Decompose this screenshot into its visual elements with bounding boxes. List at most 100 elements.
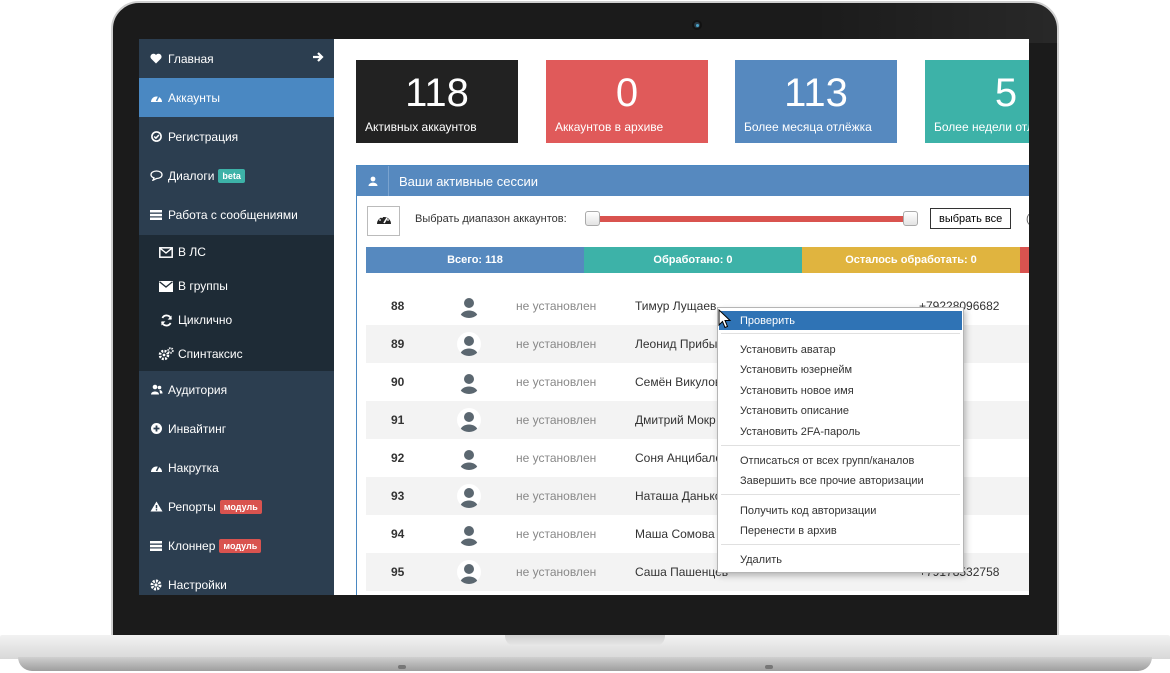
row-username: не установлен: [516, 337, 597, 351]
gear-icon: [149, 579, 163, 591]
stat-value: 113: [784, 71, 848, 115]
row-username: не установлен: [516, 413, 597, 427]
sidebar-subitem-cyclic[interactable]: Циклично: [139, 303, 334, 337]
sidebar-item-label: Работа с сообщениями: [168, 207, 298, 222]
menu-item-delete[interactable]: Удалить: [719, 550, 962, 569]
range-slider-max-handle[interactable]: [903, 211, 918, 226]
select-all-button[interactable]: выбрать все: [930, 208, 1012, 229]
sidebar-subitem-label: В группы: [178, 279, 228, 293]
menu-item-unsubscribe[interactable]: Отписаться от всех групп/каналов: [719, 451, 962, 470]
laptop-foot: [765, 665, 773, 669]
sidebar-item-messages[interactable]: Работа с сообщениями: [139, 195, 334, 234]
messages-submenu: В ЛС В группы Циклично Спинтаксис: [139, 235, 334, 371]
sidebar-item-reports[interactable]: Репорты модуль: [139, 487, 334, 526]
menu-item-get-auth-code[interactable]: Получить код авторизации: [719, 501, 962, 520]
menu-item-set-name[interactable]: Установить новое имя: [719, 381, 962, 400]
sidebar-item-inviting[interactable]: Инвайтинг: [139, 409, 334, 448]
progress-remaining: Осталось обработать: 0: [802, 247, 1020, 273]
menu-divider: [721, 445, 960, 446]
row-index: 88: [391, 299, 405, 313]
sidebar-item-label: Аудитория: [168, 382, 228, 397]
sidebar-item-home[interactable]: Главная: [139, 39, 334, 78]
menu-item-set-username[interactable]: Установить юзернейм: [719, 360, 962, 379]
menu-item-set-avatar[interactable]: Установить аватар: [719, 340, 962, 359]
row-name: Маша Сомова: [635, 527, 715, 541]
stat-tile-archive[interactable]: 0 Аккаунтов в архиве: [546, 60, 708, 143]
dashboard-button[interactable]: [367, 206, 400, 236]
row-index: 95: [391, 565, 405, 579]
laptop-foot: [398, 665, 406, 669]
sidebar-subitem-dm[interactable]: В ЛС: [139, 235, 334, 269]
sidebar-item-dialogs[interactable]: Диалоги beta: [139, 156, 334, 195]
menu-divider: [721, 544, 960, 545]
row-username: не установлен: [516, 565, 597, 579]
stat-value: 0: [615, 71, 639, 115]
progress-processed: Обработано: 0: [584, 247, 802, 273]
menu-divider: [721, 333, 960, 334]
sidebar-subitem-label: Спинтаксис: [178, 347, 243, 361]
module-badge: модуль: [219, 499, 262, 514]
stat-tile-week[interactable]: 5 Более недели отл: [925, 60, 1029, 143]
stat-value: 118: [405, 71, 469, 115]
sidebar-item-label: Аккаунты: [168, 90, 221, 105]
list-icon: [149, 209, 163, 220]
range-slider-track[interactable]: [593, 216, 913, 222]
sidebar-item-accounts[interactable]: Аккаунты: [139, 78, 334, 117]
row-name: Соня Анцибало: [635, 451, 723, 465]
menu-item-archive[interactable]: Перенести в архив: [719, 521, 962, 540]
sidebar-item-audience[interactable]: Аудитория: [139, 370, 334, 409]
row-index: 89: [391, 337, 405, 351]
users-icon: [149, 384, 163, 395]
webcam-icon: [692, 20, 702, 30]
sidebar-item-registration[interactable]: Регистрация: [139, 117, 334, 156]
processing-progress: Всего: 118 Обработано: 0 Осталось обрабо…: [366, 247, 1029, 273]
check-circle-icon: [149, 131, 163, 142]
refresh-icon: [158, 314, 174, 327]
envelope-outline-icon: [158, 246, 174, 258]
mouse-cursor-icon: [718, 308, 732, 334]
sidebar-item-boost[interactable]: Накрутка: [139, 448, 334, 487]
avatar-icon: [457, 294, 481, 318]
avatar-icon: [457, 408, 481, 432]
stat-tile-month[interactable]: 113 Более месяца отлёжка: [735, 60, 897, 143]
row-index: 91: [391, 413, 405, 427]
panel-title: Ваши активные сессии: [399, 174, 539, 189]
sidebar-item-label: Клоннер: [168, 538, 216, 553]
menu-item-check[interactable]: Проверить: [719, 311, 962, 330]
progress-errors: [1020, 247, 1029, 273]
warning-icon: [149, 501, 163, 512]
progress-total: Всего: 118: [366, 247, 584, 273]
avatar-icon: [457, 560, 481, 584]
sidebar-item-cloner[interactable]: Клоннер модуль: [139, 526, 334, 565]
app-screen: Главная Аккаунты Регистрация Диалоги bet…: [139, 39, 1029, 595]
laptop-base: [0, 635, 1170, 673]
stat-tile-active[interactable]: 118 Активных аккаунтов: [356, 60, 518, 143]
module-badge: модуль: [219, 538, 262, 553]
row-name: Тимур Лущаев: [635, 299, 717, 313]
chat-bubble-icon: [149, 170, 163, 181]
range-slider-min-handle[interactable]: [585, 211, 600, 226]
stat-value: 5: [994, 71, 1018, 115]
sidebar-subitem-label: Циклично: [178, 313, 233, 327]
sidebar-subitem-label: В ЛС: [178, 245, 206, 259]
truncated-text: (: [1026, 213, 1029, 225]
sidebar-item-label: Настройки: [168, 577, 227, 592]
avatar-icon: [457, 446, 481, 470]
sidebar-item-label: Диалоги: [168, 168, 215, 183]
menu-divider: [721, 494, 960, 495]
avatar-icon: [457, 522, 481, 546]
list-icon: [149, 540, 163, 551]
sidebar-item-label: Репорты: [168, 499, 216, 514]
sidebar-item-settings[interactable]: Настройки: [139, 565, 334, 595]
stat-label: Активных аккаунтов: [365, 120, 477, 134]
plus-circle-icon: [149, 423, 163, 434]
sidebar: Главная Аккаунты Регистрация Диалоги bet…: [139, 39, 334, 595]
sidebar-item-label: Накрутка: [168, 460, 219, 475]
user-icon: [357, 166, 389, 196]
menu-item-set-2fa[interactable]: Установить 2FA-пароль: [719, 422, 962, 441]
menu-item-end-sessions[interactable]: Завершить все прочие авторизации: [719, 471, 962, 490]
menu-item-set-description[interactable]: Установить описание: [719, 401, 962, 420]
sidebar-subitem-spintax[interactable]: Спинтаксис: [139, 337, 334, 371]
sidebar-subitem-groups[interactable]: В группы: [139, 269, 334, 303]
row-name: Наташа Данько: [635, 489, 722, 503]
